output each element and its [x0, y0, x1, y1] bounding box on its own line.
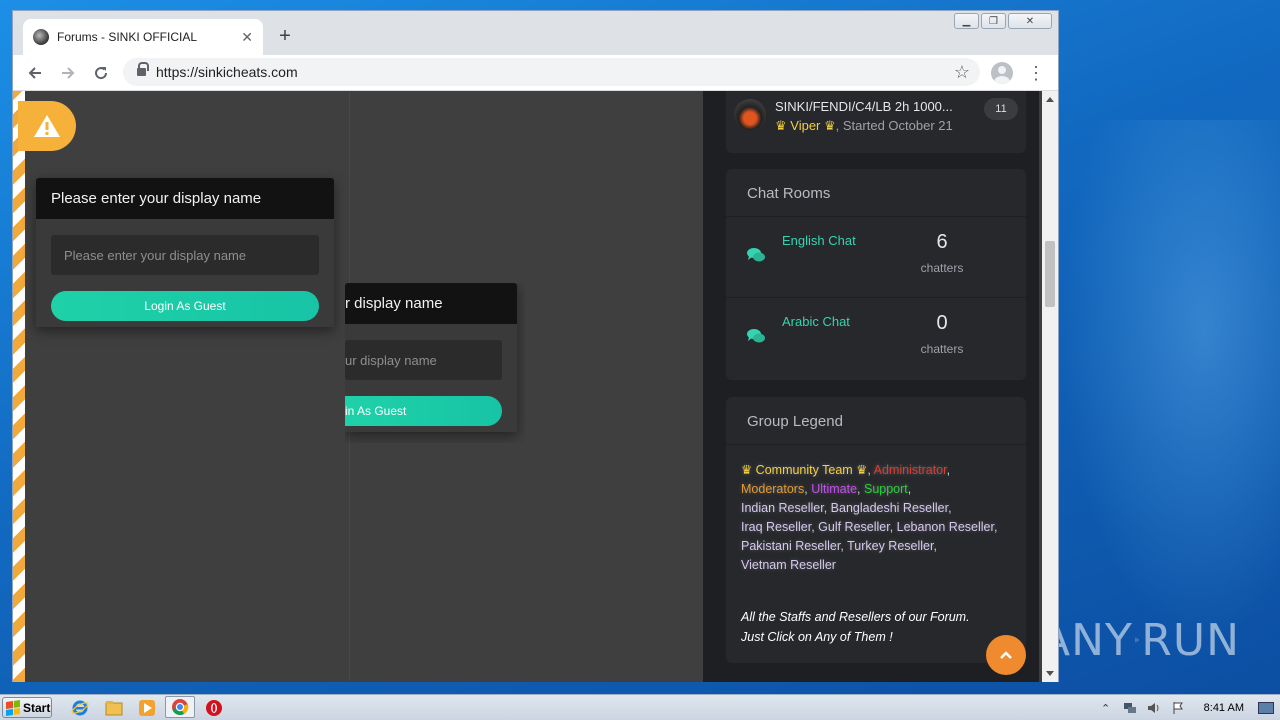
- url-text: https://sinkicheats.com: [156, 64, 298, 80]
- opera-icon[interactable]: [204, 698, 224, 718]
- duplicate-login-title: r display name: [345, 283, 517, 324]
- topic-started: , Started October 21: [835, 118, 953, 133]
- back-arrow-icon: [28, 67, 41, 79]
- group-vietnam-reseller[interactable]: Vietnam Reseller: [741, 558, 836, 572]
- display-name-input[interactable]: [51, 235, 319, 275]
- forward-arrow-icon: [62, 67, 75, 79]
- duplicate-login-box-fragment: r display name in As Guest: [345, 283, 525, 443]
- topic-author[interactable]: ♛ Viper ♛: [775, 118, 836, 133]
- back-button[interactable]: [23, 61, 47, 85]
- duplicate-login-button[interactable]: in As Guest: [345, 396, 502, 426]
- tab-close-icon[interactable]: ✕: [241, 29, 253, 46]
- guest-login-box: Please enter your display name Login As …: [36, 178, 334, 327]
- topic-author-avatar[interactable]: [734, 99, 766, 131]
- chrome-taskbar-icon[interactable]: [165, 696, 195, 718]
- login-as-guest-button[interactable]: Login As Guest: [51, 291, 319, 321]
- chat-room-row[interactable]: Arabic Chat 0 chatters: [726, 298, 1026, 379]
- page-scrollbar[interactable]: [1042, 91, 1058, 682]
- topic-meta: ♛ Viper ♛, Started October 21: [775, 118, 953, 134]
- bookmark-star-icon[interactable]: ☆: [954, 62, 970, 83]
- window-controls: ▁ ❐ ✕: [954, 13, 1052, 29]
- chat-rooms-heading: Chat Rooms: [726, 169, 1026, 217]
- start-label: Start: [23, 700, 51, 715]
- warning-icon: [34, 115, 60, 137]
- action-center-flag-icon[interactable]: [1170, 700, 1186, 716]
- anyrun-watermark: ANY RUN: [1040, 614, 1240, 666]
- chatters-label: chatters: [920, 342, 964, 356]
- browser-menu-icon[interactable]: ⋮: [1027, 63, 1045, 83]
- duplicate-display-name-input[interactable]: [345, 340, 502, 380]
- chatter-count: 6: [936, 231, 948, 253]
- internet-explorer-icon[interactable]: [70, 698, 90, 718]
- restore-button[interactable]: ❐: [981, 13, 1006, 29]
- volume-icon[interactable]: [1146, 700, 1162, 716]
- legend-note-line1: All the Staffs and Resellers of our Foru…: [741, 610, 970, 624]
- chatter-count: 0: [936, 312, 948, 334]
- group-pakistani-reseller[interactable]: Pakistani Reseller: [741, 539, 840, 553]
- scrollbar-thumb[interactable]: [1045, 241, 1055, 307]
- tab-title: Forums - SINKI OFFICIAL: [57, 30, 198, 44]
- chat-room-name[interactable]: English Chat: [782, 233, 856, 248]
- taskbar: Start ⌃ 8:41 AM: [0, 694, 1280, 720]
- forward-button[interactable]: [56, 61, 80, 85]
- show-desktop-button[interactable]: [1258, 702, 1274, 714]
- chat-rooms-card: Chat Rooms English Chat 6 chatters Arabi…: [726, 169, 1026, 380]
- chat-bubbles-icon: [747, 329, 765, 343]
- hazard-stripe: [13, 91, 25, 682]
- scroll-up-arrow-icon[interactable]: [1046, 97, 1054, 102]
- warning-badge[interactable]: [18, 101, 76, 151]
- network-icon[interactable]: [1122, 700, 1138, 716]
- reload-button[interactable]: [89, 61, 113, 85]
- group-lebanon-reseller[interactable]: Lebanon Reseller: [897, 520, 994, 534]
- show-hidden-icons-icon[interactable]: ⌃: [1098, 700, 1114, 716]
- group-gulf-reseller[interactable]: Gulf Reseller: [818, 520, 890, 534]
- file-explorer-icon[interactable]: [104, 698, 124, 718]
- browser-tab[interactable]: Forums - SINKI OFFICIAL ✕: [23, 19, 263, 55]
- reply-count-badge: 11: [984, 98, 1018, 120]
- group-indian-reseller[interactable]: Indian Reseller: [741, 501, 824, 515]
- lock-icon: [137, 62, 149, 77]
- scroll-to-top-button[interactable]: [986, 635, 1026, 675]
- new-tab-button[interactable]: +: [275, 25, 295, 48]
- recent-topic-card[interactable]: SINKI/FENDI/C4/LB 2h 1000... ♛ Viper ♛, …: [726, 91, 1026, 153]
- group-community-team[interactable]: ♛ Community Team ♛: [741, 463, 867, 477]
- page-viewport: Please enter your display name Login As …: [13, 91, 1058, 682]
- reload-icon: [95, 67, 108, 80]
- legend-note: All the Staffs and Resellers of our Foru…: [741, 607, 1011, 647]
- minimize-button[interactable]: ▁: [954, 13, 979, 29]
- chat-room-name[interactable]: Arabic Chat: [782, 314, 850, 329]
- group-legend-list: ♛ Community Team ♛, Administrator, Moder…: [726, 445, 1026, 663]
- chat-room-row[interactable]: English Chat 6 chatters: [726, 217, 1026, 298]
- site-favicon-icon: [33, 29, 49, 45]
- group-support[interactable]: Support: [864, 482, 908, 496]
- legend-note-line2: Just Click on Any of Them !: [741, 630, 893, 644]
- media-player-icon[interactable]: [137, 698, 157, 718]
- browser-window: ▁ ❐ ✕ Forums - SINKI OFFICIAL ✕ + https:…: [12, 10, 1059, 682]
- scroll-down-arrow-icon[interactable]: [1046, 671, 1054, 676]
- taskbar-clock[interactable]: 8:41 AM: [1204, 702, 1244, 714]
- close-window-button[interactable]: ✕: [1008, 13, 1052, 29]
- group-administrator[interactable]: Administrator: [874, 463, 947, 477]
- chatters-label: chatters: [920, 261, 964, 275]
- group-iraq-reseller[interactable]: Iraq Reseller: [741, 520, 811, 534]
- group-legend-card: Group Legend ♛ Community Team ♛, Adminis…: [726, 397, 1026, 663]
- address-bar[interactable]: https://sinkicheats.com ☆: [123, 58, 980, 86]
- group-ultimate[interactable]: Ultimate: [811, 482, 857, 496]
- start-button[interactable]: Start: [2, 697, 52, 718]
- group-bangladeshi-reseller[interactable]: Bangladeshi Reseller: [831, 501, 948, 515]
- group-moderators[interactable]: Moderators: [741, 482, 804, 496]
- group-legend-heading: Group Legend: [726, 397, 1026, 445]
- chevron-up-icon: [1000, 651, 1012, 659]
- guest-login-title: Please enter your display name: [36, 178, 334, 219]
- system-tray: ⌃ 8:41 AM: [1094, 695, 1280, 720]
- chat-bubbles-icon: [747, 248, 765, 262]
- topic-title[interactable]: SINKI/FENDI/C4/LB 2h 1000...: [775, 99, 965, 114]
- sidebar: SINKI/FENDI/C4/LB 2h 1000... ♛ Viper ♛, …: [703, 91, 1039, 682]
- browser-toolbar: https://sinkicheats.com ☆ ⋮: [13, 55, 1058, 91]
- profile-avatar-icon[interactable]: [991, 62, 1013, 84]
- group-turkey-reseller[interactable]: Turkey Reseller: [847, 539, 933, 553]
- windows-logo-icon: [6, 699, 20, 716]
